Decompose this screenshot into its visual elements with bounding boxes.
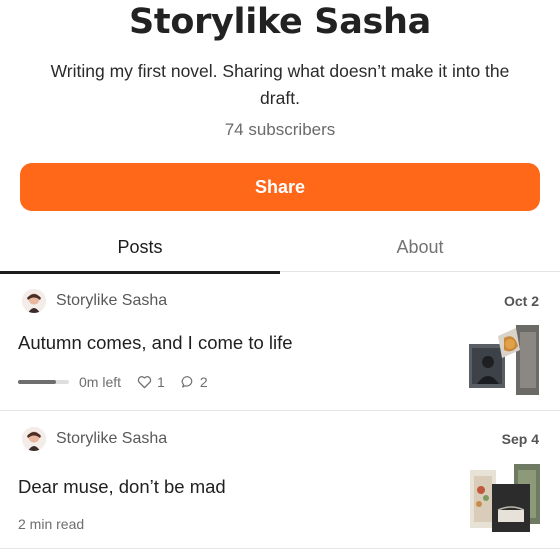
read-progress-fill — [18, 380, 57, 384]
post-date: Oct 2 — [503, 293, 539, 309]
post-thumbnail[interactable] — [468, 324, 540, 396]
read-progress-bar — [18, 380, 69, 384]
tab-about-label: About — [396, 237, 444, 257]
tab-about[interactable]: About — [280, 228, 560, 272]
post-thumbnail[interactable] — [468, 464, 540, 536]
author-avatar — [22, 289, 46, 313]
post-meta: 2 min read — [18, 516, 84, 532]
tab-bar: Posts About — [0, 228, 560, 274]
post-list-item[interactable]: Storylike Sasha Sep 4 Dear muse, don’t b… — [0, 411, 560, 549]
post-title[interactable]: Dear muse, don’t be mad — [18, 476, 226, 498]
comment-button[interactable]: 2 — [181, 374, 208, 390]
post-title[interactable]: Autumn comes, and I come to life — [18, 332, 293, 354]
post-author[interactable]: Storylike Sasha — [56, 430, 167, 448]
publication-description: Writing my first novel. Sharing what doe… — [50, 61, 510, 108]
read-status: 0m left — [79, 374, 122, 390]
post-meta: 0m left 1 2 — [18, 374, 208, 390]
share-button[interactable]: Share — [20, 163, 540, 211]
tab-posts[interactable]: Posts — [0, 228, 280, 274]
comment-count: 2 — [199, 374, 208, 390]
post-author[interactable]: Storylike Sasha — [56, 292, 167, 310]
post-date: Sep 4 — [501, 431, 539, 447]
subscriber-count[interactable]: 74 subscribers — [0, 120, 560, 140]
comment-icon — [181, 376, 193, 388]
like-button[interactable]: 1 — [137, 374, 165, 390]
author-avatar — [22, 427, 46, 451]
read-status: 2 min read — [18, 516, 85, 532]
tab-posts-label: Posts — [117, 237, 163, 257]
post-list-item[interactable]: Storylike Sasha Oct 2 Autumn comes, and … — [0, 273, 560, 411]
like-count: 1 — [157, 374, 165, 390]
publication-title: Storylike Sasha — [128, 2, 431, 42]
heart-icon — [137, 376, 152, 389]
